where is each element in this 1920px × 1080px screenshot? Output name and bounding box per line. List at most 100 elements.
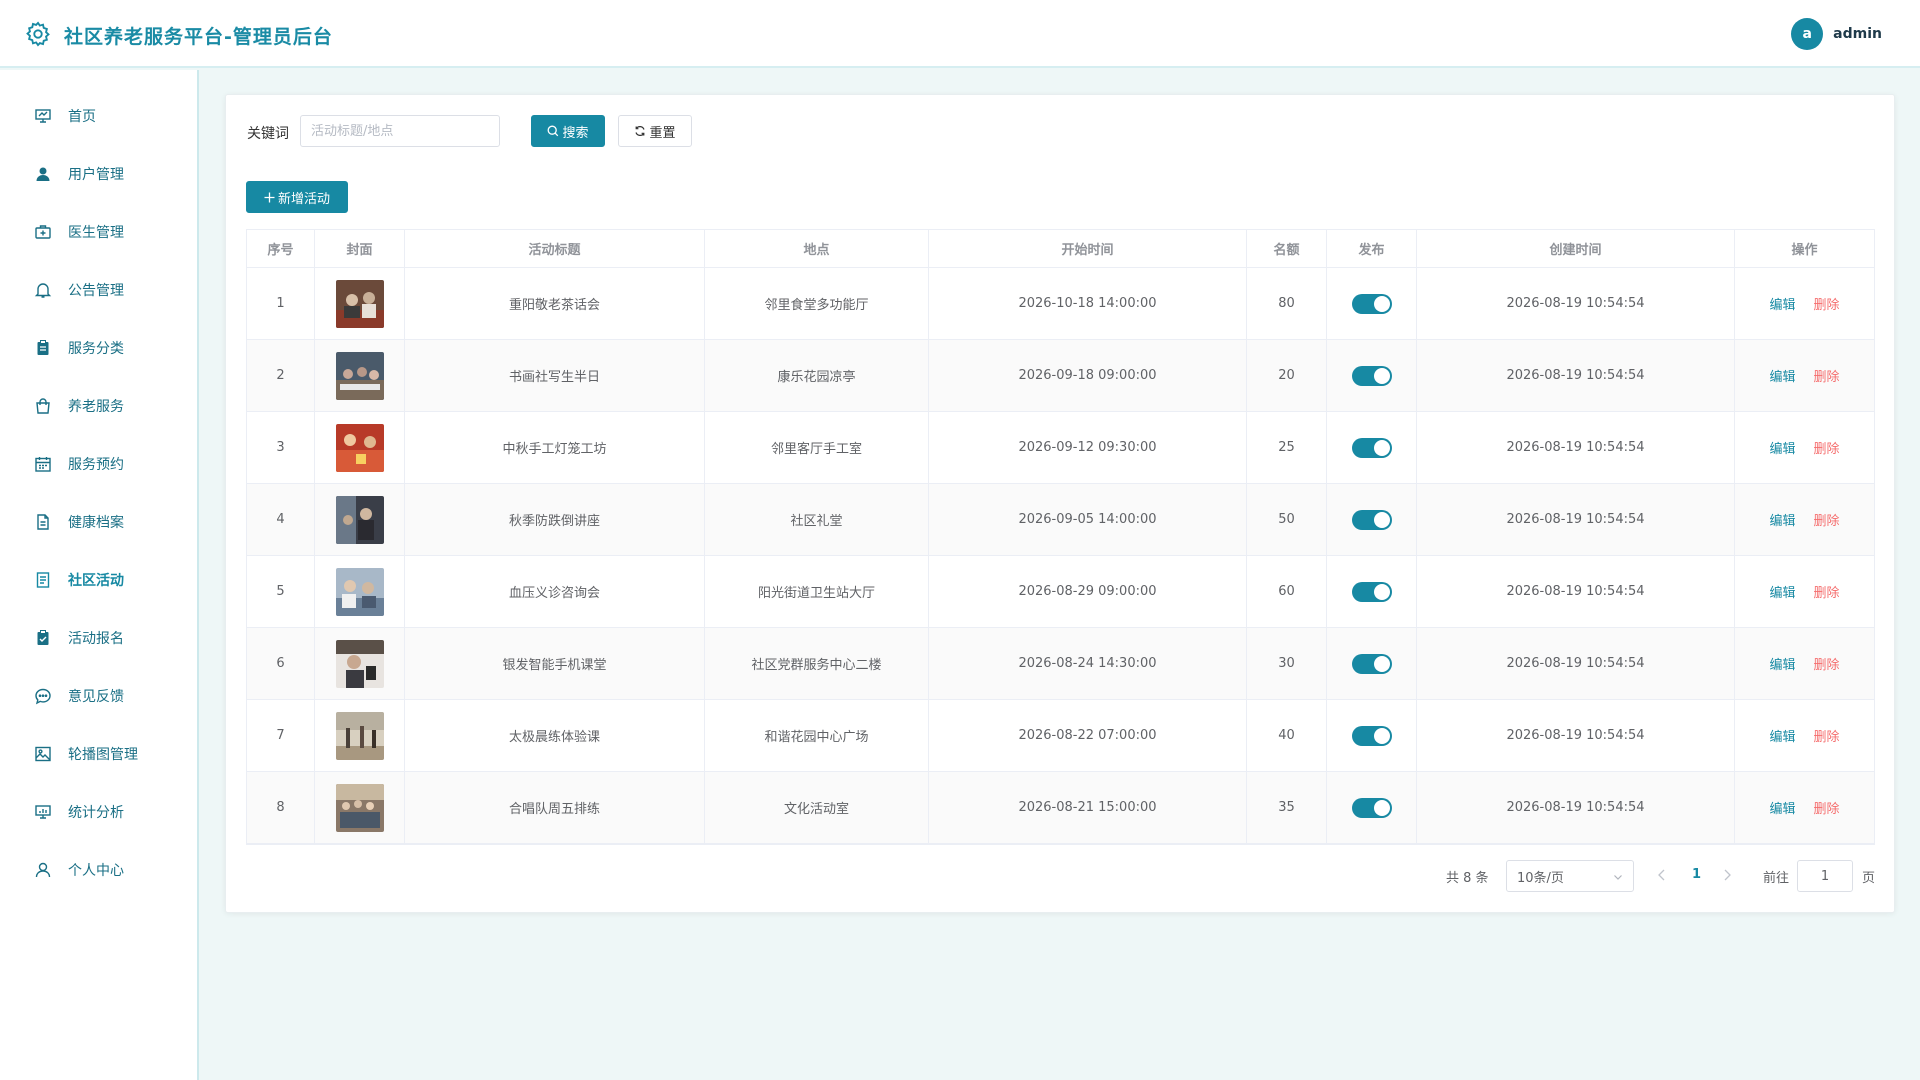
column-header[interactable]: 发布 xyxy=(1327,230,1417,267)
username[interactable]: admin xyxy=(1833,26,1882,42)
row-seq: 1 xyxy=(247,268,315,339)
add-activity-label: 新增活动 xyxy=(277,191,330,207)
page-size-value: 10条/页 xyxy=(1517,870,1564,886)
sidebar-item-categories[interactable]: 服务分类 xyxy=(0,323,197,373)
publish-toggle[interactable] xyxy=(1351,437,1392,458)
delete-link[interactable]: 删除 xyxy=(1814,654,1840,673)
row-quota: 25 xyxy=(1247,412,1327,483)
sidebar-item-label: 活动报名 xyxy=(68,631,124,647)
sidebar-item-registrations[interactable]: 活动报名 xyxy=(0,613,197,663)
delete-link[interactable]: 删除 xyxy=(1814,294,1840,313)
row-quota: 35 xyxy=(1247,772,1327,843)
chevron-left-icon[interactable] xyxy=(1656,868,1668,882)
sidebar-item-banners[interactable]: 轮播图管理 xyxy=(0,729,197,779)
search-button-label: 搜索 xyxy=(562,125,589,141)
delete-link[interactable]: 删除 xyxy=(1814,438,1840,457)
reset-button[interactable]: 重置 xyxy=(618,115,692,147)
user-menu[interactable]: a admin xyxy=(1791,18,1882,50)
publish-toggle[interactable] xyxy=(1351,653,1392,674)
edit-link[interactable]: 编辑 xyxy=(1769,726,1795,745)
edit-link[interactable]: 编辑 xyxy=(1769,798,1795,817)
row-title: 银发智能手机课堂 xyxy=(405,628,705,699)
column-header[interactable]: 封面 xyxy=(315,230,405,267)
sidebar-item-feedback[interactable]: 意见反馈 xyxy=(0,671,197,721)
sidebar-item-health-records[interactable]: 健康档案 xyxy=(0,497,197,547)
search-button[interactable]: 搜索 xyxy=(531,115,605,147)
row-start-time: 2026-08-24 14:30:00 xyxy=(929,628,1247,699)
table-header: 序号 封面 活动标题 地点 开始时间 名额 发布 创建时间 操作 xyxy=(247,230,1874,268)
sidebar-item-profile[interactable]: 个人中心 xyxy=(0,845,197,895)
sidebar-item-label: 首页 xyxy=(68,109,96,125)
delete-link[interactable]: 删除 xyxy=(1814,726,1840,745)
sidebar-item-bookings[interactable]: 服务预约 xyxy=(0,439,197,489)
row-seq: 6 xyxy=(247,628,315,699)
sidebar-item-activities[interactable]: 社区活动 xyxy=(0,555,197,605)
delete-link[interactable]: 删除 xyxy=(1814,582,1840,601)
cover-thumbnail[interactable] xyxy=(335,711,384,760)
edit-link[interactable]: 编辑 xyxy=(1769,654,1795,673)
row-created-time: 2026-08-19 10:54:54 xyxy=(1417,412,1735,483)
column-header[interactable]: 开始时间 xyxy=(929,230,1247,267)
edit-link[interactable]: 编辑 xyxy=(1769,438,1795,457)
delete-link[interactable]: 删除 xyxy=(1814,798,1840,817)
cover-thumbnail[interactable] xyxy=(335,279,384,328)
page-suffix: 页 xyxy=(1862,871,1876,886)
sidebar-item-notices[interactable]: 公告管理 xyxy=(0,265,197,315)
row-created-time: 2026-08-19 10:54:54 xyxy=(1417,484,1735,555)
goto-page-input[interactable] xyxy=(1797,860,1853,892)
edit-link[interactable]: 编辑 xyxy=(1769,294,1795,313)
column-header[interactable]: 序号 xyxy=(247,230,315,267)
publish-toggle[interactable] xyxy=(1351,797,1392,818)
publish-toggle[interactable] xyxy=(1351,365,1392,386)
column-header[interactable]: 地点 xyxy=(705,230,929,267)
edit-link[interactable]: 编辑 xyxy=(1769,366,1795,385)
delete-link[interactable]: 删除 xyxy=(1814,366,1840,385)
first-aid-kit-icon xyxy=(35,225,51,239)
row-start-time: 2026-08-22 07:00:00 xyxy=(929,700,1247,771)
column-header[interactable]: 操作 xyxy=(1735,230,1874,267)
sidebar-item-users[interactable]: 用户管理 xyxy=(0,149,197,199)
dashboard-icon xyxy=(35,109,51,123)
row-place: 文化活动室 xyxy=(705,772,929,843)
edit-link[interactable]: 编辑 xyxy=(1769,510,1795,529)
sidebar: 首页 用户管理 医生管理 公告管理 服务分类 养老服务 服务预约 健康档案 社区… xyxy=(0,70,199,1080)
delete-link[interactable]: 删除 xyxy=(1814,510,1840,529)
row-start-time: 2026-08-21 15:00:00 xyxy=(929,772,1247,843)
sidebar-item-home[interactable]: 首页 xyxy=(0,91,197,141)
app-title: 社区养老服务平台-管理员后台 xyxy=(64,26,333,48)
page-size-select[interactable]: 10条/页 xyxy=(1506,860,1634,892)
row-start-time: 2026-08-29 09:00:00 xyxy=(929,556,1247,627)
table-row: 1 重阳敬老茶话会 邻里食堂多功能厅 2026-10-18 14:00:00 8… xyxy=(247,268,1874,340)
publish-toggle[interactable] xyxy=(1351,509,1392,530)
cover-thumbnail[interactable] xyxy=(335,639,384,688)
row-place: 社区党群服务中心二楼 xyxy=(705,628,929,699)
row-start-time: 2026-09-12 09:30:00 xyxy=(929,412,1247,483)
row-seq: 8 xyxy=(247,772,315,843)
publish-toggle[interactable] xyxy=(1351,293,1392,314)
cover-thumbnail[interactable] xyxy=(335,495,384,544)
avatar[interactable]: a xyxy=(1791,18,1824,50)
row-seq: 5 xyxy=(247,556,315,627)
sidebar-item-label: 统计分析 xyxy=(68,805,124,821)
row-title: 秋季防跌倒讲座 xyxy=(405,484,705,555)
row-title: 太极晨练体验课 xyxy=(405,700,705,771)
cover-thumbnail[interactable] xyxy=(335,423,384,472)
sidebar-item-statistics[interactable]: 统计分析 xyxy=(0,787,197,837)
page-number[interactable]: 1 xyxy=(1692,867,1701,882)
row-created-time: 2026-08-19 10:54:54 xyxy=(1417,628,1735,699)
add-activity-button[interactable]: 新增活动 xyxy=(246,181,348,213)
cover-thumbnail[interactable] xyxy=(335,567,384,616)
chevron-right-icon[interactable] xyxy=(1721,868,1733,882)
edit-link[interactable]: 编辑 xyxy=(1769,582,1795,601)
cover-thumbnail[interactable] xyxy=(335,351,384,400)
publish-toggle[interactable] xyxy=(1351,581,1392,602)
publish-toggle[interactable] xyxy=(1351,725,1392,746)
column-header[interactable]: 名额 xyxy=(1247,230,1327,267)
cover-thumbnail[interactable] xyxy=(335,783,384,832)
row-created-time: 2026-08-19 10:54:54 xyxy=(1417,772,1735,843)
sidebar-item-doctors[interactable]: 医生管理 xyxy=(0,207,197,257)
keyword-input[interactable] xyxy=(300,115,500,147)
sidebar-item-services[interactable]: 养老服务 xyxy=(0,381,197,431)
column-header[interactable]: 创建时间 xyxy=(1417,230,1735,267)
column-header[interactable]: 活动标题 xyxy=(405,230,705,267)
